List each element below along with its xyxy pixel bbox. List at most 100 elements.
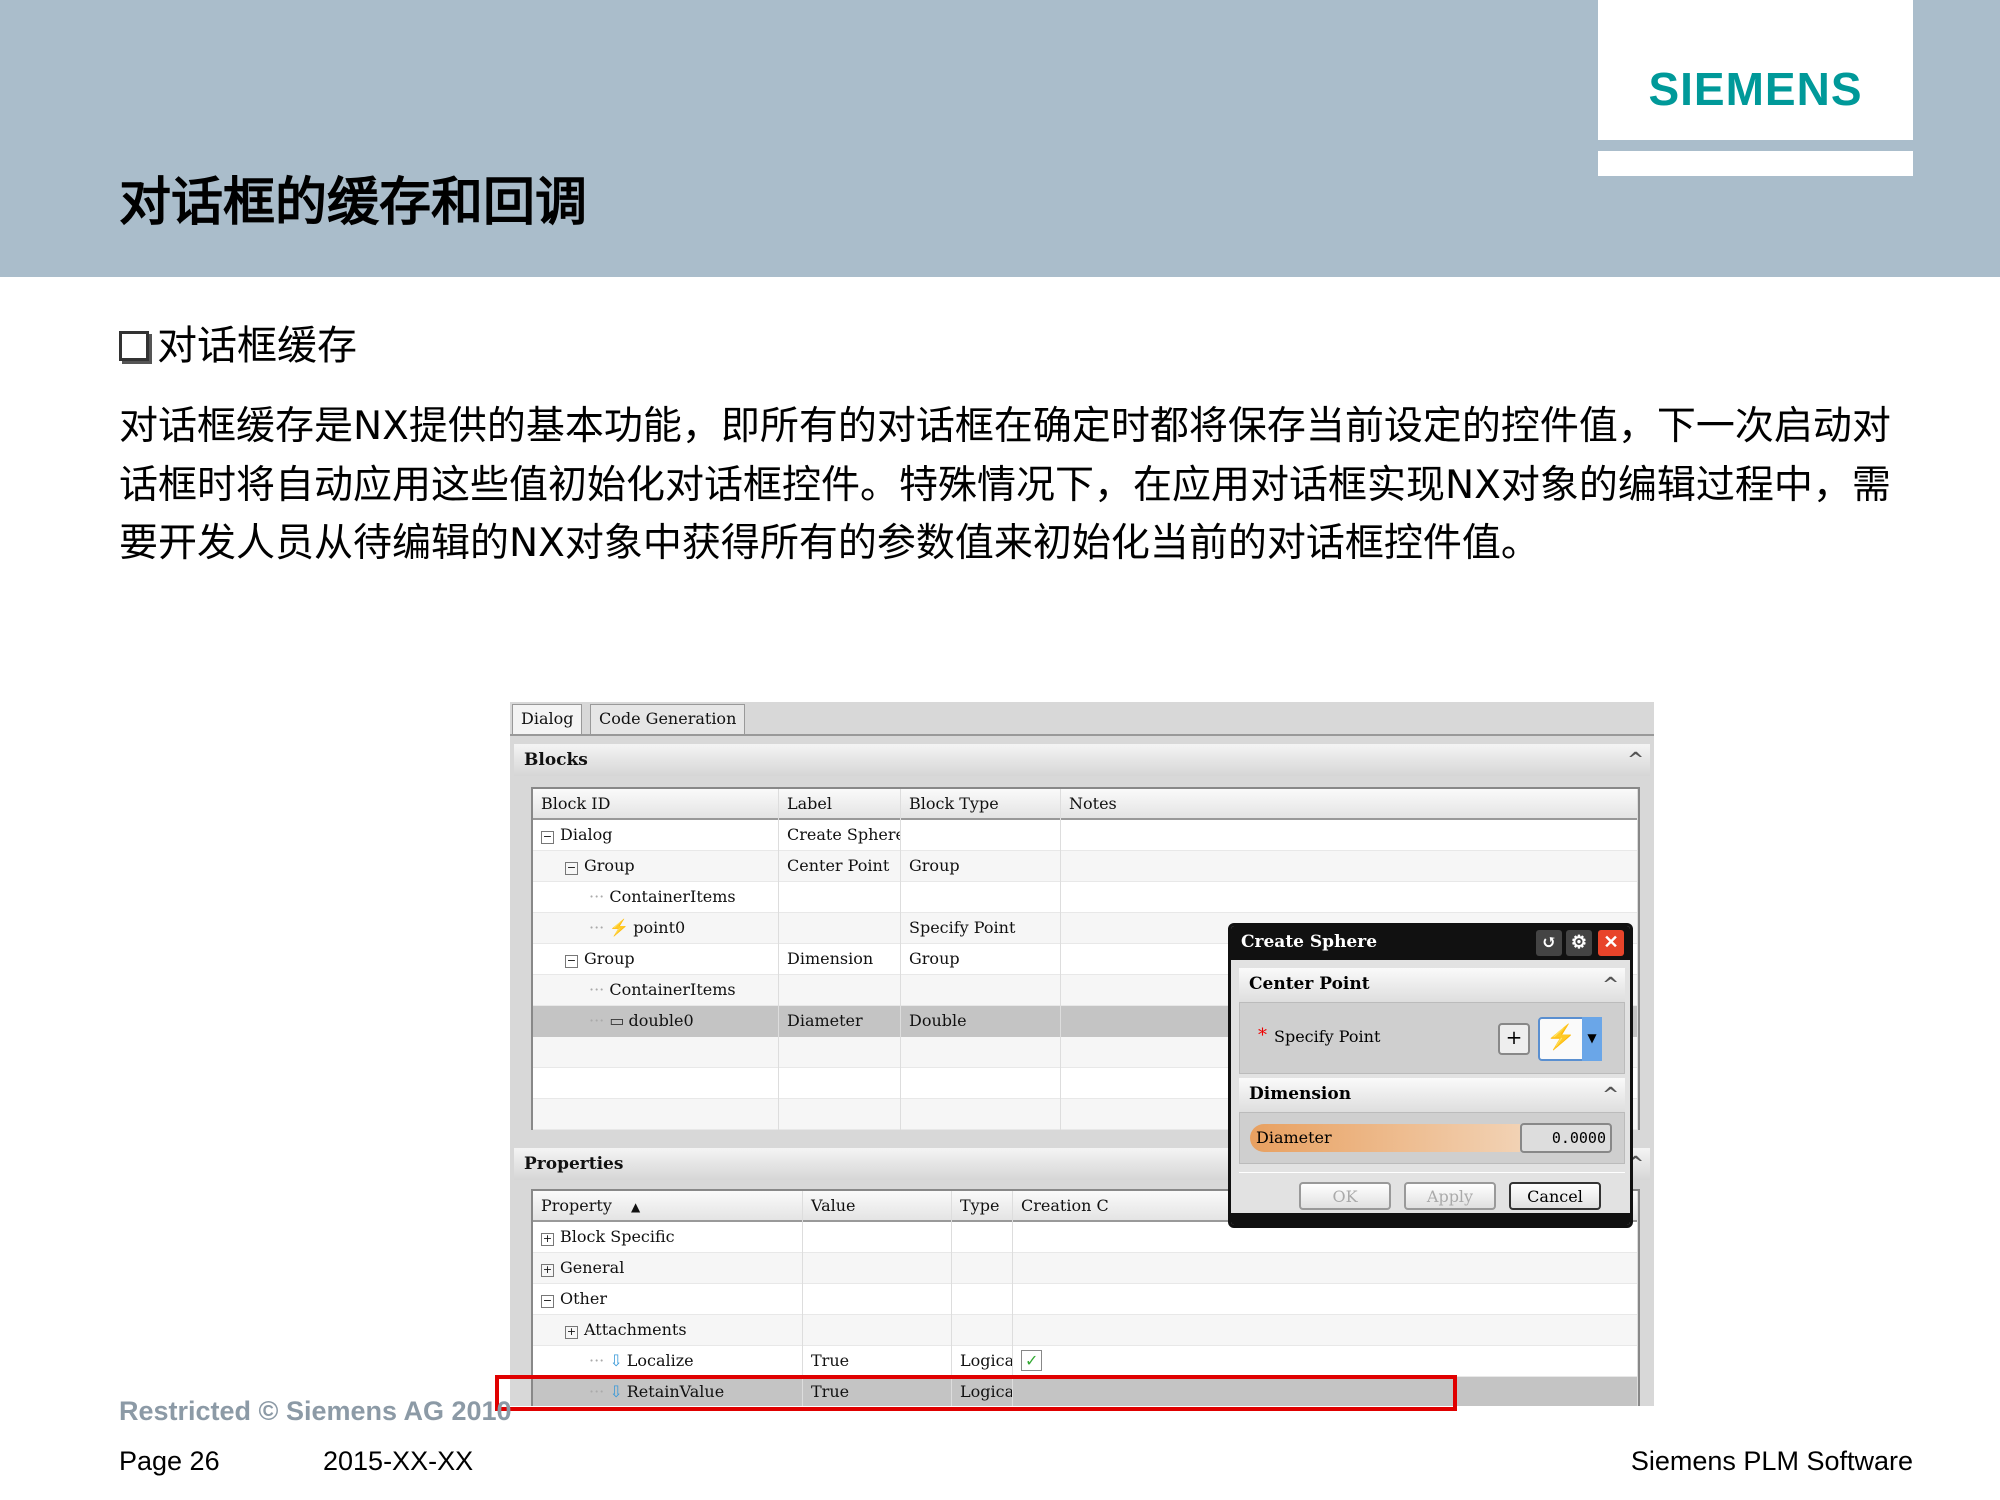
expand-icon[interactable]: +: [541, 1233, 554, 1246]
cell: + Block Specific: [533, 1222, 803, 1253]
cell: + Attachments: [533, 1315, 803, 1346]
cell: Logical: [952, 1346, 1013, 1377]
column-header[interactable]: Notes: [1061, 789, 1638, 820]
group-title: Dimension: [1249, 1084, 1352, 1104]
blocks-title: Blocks: [524, 750, 588, 770]
cell: Create Sphere: [779, 820, 901, 851]
double-icon: ▭: [609, 1011, 625, 1030]
point-dialog-icon[interactable]: +: [1498, 1023, 1530, 1055]
cell-text: double0: [628, 1011, 694, 1030]
collapse-icon[interactable]: −: [541, 1295, 554, 1308]
collapse-icon[interactable]: −: [541, 831, 554, 844]
cell: [803, 1284, 952, 1315]
logo-bar: [1598, 151, 1913, 176]
expand-icon[interactable]: +: [565, 1326, 578, 1339]
create-sphere-dialog: Create Sphere ↺ ⚙ ✕ Center Point ^ * Spec…: [1228, 923, 1633, 1228]
cell: [952, 1253, 1013, 1284]
table-row[interactable]: + General: [533, 1253, 1638, 1284]
cell: [901, 820, 1061, 851]
cell: + General: [533, 1253, 803, 1284]
group-title: Center Point: [1249, 974, 1370, 994]
cell: [803, 1253, 952, 1284]
table-row[interactable]: + Attachments: [533, 1315, 1638, 1346]
table-row[interactable]: − Other: [533, 1284, 1638, 1315]
table-row[interactable]: ··· ⇩LocalizeTrueLogical ✓: [533, 1346, 1638, 1377]
dialog-titlebar: Create Sphere ↺ ⚙ ✕: [1231, 926, 1630, 960]
siemens-logo: SIEMENS: [1648, 63, 1863, 115]
cell-text: Group: [584, 949, 635, 968]
diameter-label: Diameter: [1250, 1124, 1520, 1152]
ok-button[interactable]: OK: [1299, 1182, 1391, 1210]
cell-text: Group: [584, 856, 635, 875]
collapse-icon[interactable]: ^: [1602, 1082, 1619, 1106]
cell: [779, 882, 901, 913]
collapse-icon[interactable]: ^: [1602, 972, 1619, 996]
reset-icon[interactable]: ↺: [1536, 930, 1562, 956]
table-row[interactable]: − Dialog Create Sphere: [533, 820, 1638, 851]
restricted-notice: Restricted © Siemens AG 2010: [119, 1396, 512, 1426]
company-name: Siemens PLM Software: [1630, 1446, 1913, 1476]
cell: [1013, 1253, 1638, 1284]
cell: [779, 1037, 901, 1068]
cell: [952, 1284, 1013, 1315]
cell: [901, 882, 1061, 913]
cell: ··· ▭ double0: [533, 1006, 779, 1037]
close-icon[interactable]: ✕: [1598, 930, 1624, 956]
cell: Double: [901, 1006, 1061, 1037]
tab-code-generation[interactable]: Code Generation: [590, 704, 746, 734]
cell: [901, 975, 1061, 1006]
cell-text: General: [560, 1258, 625, 1277]
sort-asc-icon[interactable]: ▲: [631, 1200, 640, 1214]
diameter-input[interactable]: [1520, 1123, 1612, 1153]
column-header[interactable]: Property ▲: [533, 1191, 803, 1222]
cancel-button[interactable]: Cancel: [1509, 1182, 1601, 1210]
cell: Group: [901, 851, 1061, 882]
column-header[interactable]: Block ID: [533, 789, 779, 820]
cell-text: point0: [633, 918, 686, 937]
bullet-heading: 对话框缓存: [119, 313, 357, 371]
properties-title: Properties: [524, 1154, 624, 1174]
page-number: Page 26: [119, 1446, 220, 1476]
table-row[interactable]: ··· ContainerItems: [533, 882, 1638, 913]
column-header[interactable]: Type: [952, 1191, 1013, 1222]
table-header: Block ID Label Block Type Notes: [533, 789, 1638, 820]
cell-text: Attachments: [584, 1320, 687, 1339]
cell: [779, 1068, 901, 1099]
collapse-icon[interactable]: −: [565, 955, 578, 968]
collapse-icon[interactable]: −: [565, 862, 578, 875]
collapse-icon[interactable]: ^: [1627, 747, 1644, 771]
group-dimension[interactable]: Dimension ^: [1239, 1078, 1625, 1112]
cell: [779, 913, 901, 944]
cell: Center Point: [779, 851, 901, 882]
check-document-icon[interactable]: ✓: [1021, 1350, 1043, 1371]
table-row[interactable]: − Group Center Point Group: [533, 851, 1638, 882]
cell-text: Localize: [626, 1351, 694, 1370]
slide-title: 对话框的缓存和回调: [119, 173, 588, 233]
tab-dialog[interactable]: Dialog: [512, 704, 583, 736]
cell: [533, 1037, 779, 1068]
cell: [1061, 820, 1638, 851]
dropdown-icon[interactable]: ▼: [1582, 1017, 1602, 1061]
column-header[interactable]: Value: [803, 1191, 952, 1222]
cell: [901, 1037, 1061, 1068]
cell-text: Other: [560, 1289, 607, 1308]
cell: [803, 1315, 952, 1346]
cell: ··· ContainerItems: [533, 975, 779, 1006]
cell-text: ContainerItems: [609, 980, 736, 999]
group-center-point[interactable]: Center Point ^: [1239, 968, 1625, 1002]
column-header[interactable]: Label: [779, 789, 901, 820]
apply-button[interactable]: Apply: [1404, 1182, 1496, 1210]
cell: Diameter: [779, 1006, 901, 1037]
column-header[interactable]: Block Type: [901, 789, 1061, 820]
cell-text: ContainerItems: [609, 887, 736, 906]
expand-icon[interactable]: +: [541, 1264, 554, 1277]
cell: [1061, 882, 1638, 913]
checkbox-bullet-icon: [119, 331, 149, 361]
gear-icon[interactable]: ⚙: [1566, 930, 1592, 956]
cell: [952, 1222, 1013, 1253]
cell: Group: [901, 944, 1061, 975]
cell-text: Block Specific: [560, 1227, 675, 1246]
required-asterisk: *: [1258, 1025, 1267, 1046]
blocks-section-header[interactable]: Blocks ^: [514, 744, 1650, 776]
cell: Specify Point: [901, 913, 1061, 944]
